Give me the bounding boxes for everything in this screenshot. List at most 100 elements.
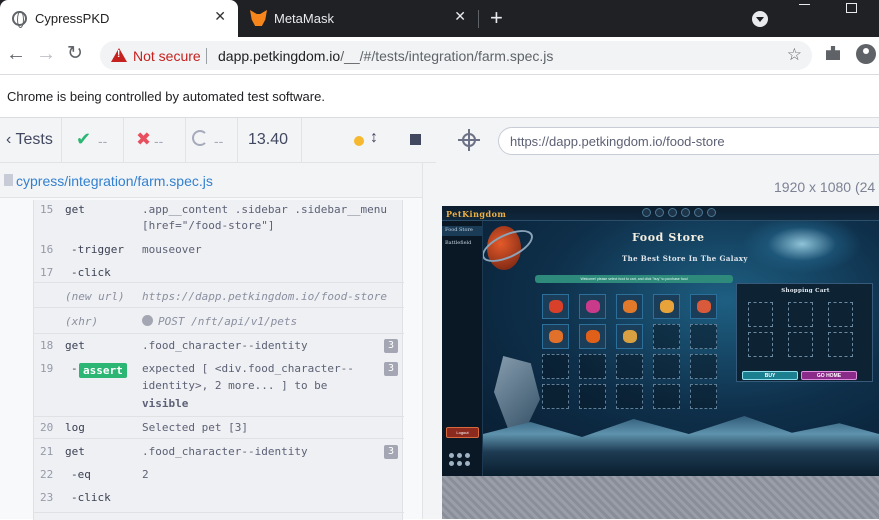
spec-file-row[interactable]: cypress/integration/farm.spec.js <box>0 163 436 198</box>
tab-metamask[interactable]: MetaMask ✕ <box>238 0 478 37</box>
go-home-button[interactable]: GO HOME <box>801 371 857 380</box>
command-name: -click <box>71 266 111 279</box>
cart-slot[interactable] <box>828 302 853 327</box>
empty-food-slot[interactable] <box>690 384 717 409</box>
spec-path[interactable]: cypress/integration/farm.spec.js <box>16 173 213 189</box>
logout-button[interactable]: Logout <box>446 427 479 438</box>
tab-search-icon[interactable] <box>752 11 768 27</box>
sidebar-item-label: Food Store <box>445 227 473 233</box>
autoscroll-toggle-icon[interactable]: ↕ <box>370 129 378 147</box>
social-icon[interactable] <box>457 453 462 458</box>
social-icon[interactable] <box>457 461 462 466</box>
stop-button[interactable] <box>410 134 421 145</box>
food-icon <box>697 300 711 313</box>
warning-icon[interactable] <box>111 48 127 62</box>
failed-stat: ✖ -- <box>124 118 186 163</box>
empty-food-slot[interactable] <box>653 384 680 409</box>
forward-arrow-icon[interactable]: → <box>36 43 56 65</box>
game-logo[interactable]: PetKingdom <box>446 209 506 219</box>
address-bar[interactable]: Not secure dapp.petkingdom.io/__/#/tests… <box>100 41 812 70</box>
command-row[interactable]: 23 -click <box>34 491 404 511</box>
command-row[interactable]: 18 get .food_character--identity 3 <box>34 339 404 359</box>
empty-food-slot[interactable] <box>616 354 643 379</box>
pending-spinner-icon <box>192 130 208 146</box>
command-name: get <box>65 339 85 352</box>
food-item[interactable] <box>579 294 606 319</box>
selector-playground-icon[interactable] <box>458 129 480 151</box>
food-icon <box>586 330 600 343</box>
empty-food-slot[interactable] <box>542 384 569 409</box>
profile-icon[interactable] <box>856 44 876 64</box>
tab-title: CypressPKD <box>35 11 110 26</box>
file-icon <box>4 174 13 186</box>
security-label[interactable]: Not secure <box>133 48 201 64</box>
store-title: Food Store <box>632 231 705 244</box>
cart-slot[interactable] <box>788 302 813 327</box>
tab-cypresspkd[interactable]: CypressPKD ✕ <box>0 0 238 37</box>
close-tab-icon[interactable]: ✕ <box>214 8 226 25</box>
buy-button[interactable]: BUY <box>742 371 798 380</box>
close-tab-icon[interactable]: ✕ <box>454 8 466 25</box>
divider <box>34 307 404 308</box>
cart-slot[interactable] <box>748 302 773 327</box>
divider <box>34 333 404 334</box>
divider <box>34 512 404 513</box>
food-icon <box>660 300 674 313</box>
command-row[interactable]: 15 get .app__content .sidebar .sidebar__… <box>34 203 404 241</box>
food-item[interactable] <box>653 294 680 319</box>
command-name: get <box>65 203 85 216</box>
command-name: get <box>65 445 85 458</box>
empty-food-slot[interactable] <box>579 384 606 409</box>
command-row[interactable]: 21 get .food_character--identity 3 <box>34 445 404 465</box>
command-number: 20 <box>40 421 54 434</box>
social-icon[interactable] <box>465 461 470 466</box>
globe-icon <box>12 11 27 28</box>
command-row[interactable]: 22 -eq 2 <box>34 468 404 488</box>
cart-slot[interactable] <box>828 332 853 357</box>
element-count-badge: 3 <box>384 362 398 376</box>
social-icon[interactable] <box>449 453 454 458</box>
back-arrow-icon[interactable]: ← <box>6 43 26 65</box>
empty-food-slot[interactable] <box>653 324 680 349</box>
pending-stat: -- <box>186 118 238 163</box>
command-row[interactable]: 16 -trigger mouseover <box>34 243 404 263</box>
empty-food-slot[interactable] <box>616 384 643 409</box>
food-item[interactable] <box>542 294 569 319</box>
new-tab-button[interactable]: + <box>490 6 503 30</box>
topbar-orb-icon <box>642 208 651 217</box>
url-text[interactable]: dapp.petkingdom.io/__/#/tests/integratio… <box>218 48 553 64</box>
social-icon[interactable] <box>465 453 470 458</box>
food-item[interactable] <box>690 294 717 319</box>
food-item[interactable] <box>542 324 569 349</box>
maximize-window-icon[interactable] <box>846 3 857 13</box>
empty-food-slot[interactable] <box>653 354 680 379</box>
empty-food-slot[interactable] <box>579 354 606 379</box>
food-item[interactable] <box>579 324 606 349</box>
xhr-dot-icon <box>142 315 153 326</box>
extensions-icon[interactable] <box>826 46 840 60</box>
star-icon[interactable]: ☆ <box>787 45 802 65</box>
reload-icon[interactable]: ↻ <box>67 43 83 65</box>
social-icon[interactable] <box>449 461 454 466</box>
command-row[interactable]: (xhr) POST /nft/api/v1/pets <box>34 315 404 335</box>
command-row[interactable]: 17 -click <box>34 266 404 286</box>
empty-food-slot[interactable] <box>690 354 717 379</box>
tests-button[interactable]: ‹ Tests <box>0 118 62 163</box>
cart-slot[interactable] <box>788 332 813 357</box>
sidebar-item-food-store[interactable]: Food Store <box>442 226 483 236</box>
cart-slot[interactable] <box>748 332 773 357</box>
ice-landscape <box>483 416 879 476</box>
minimize-window-icon[interactable] <box>799 4 810 5</box>
element-count-badge: 3 <box>384 445 398 459</box>
food-item[interactable] <box>616 294 643 319</box>
tests-label-text: Tests <box>15 131 53 148</box>
empty-food-slot[interactable] <box>690 324 717 349</box>
game-sidebar: Food Store Battlefield Logout <box>442 221 483 476</box>
sidebar-item-battlefield[interactable]: Battlefield <box>445 240 471 246</box>
food-item[interactable] <box>616 324 643 349</box>
divider <box>34 282 404 283</box>
empty-food-slot[interactable] <box>542 354 569 379</box>
command-message: .food_character--identity <box>142 445 308 458</box>
command-row-assert[interactable]: 19 - assert expected [ <div.food_charact… <box>34 362 404 412</box>
reporter-scrollbar[interactable] <box>422 163 436 519</box>
